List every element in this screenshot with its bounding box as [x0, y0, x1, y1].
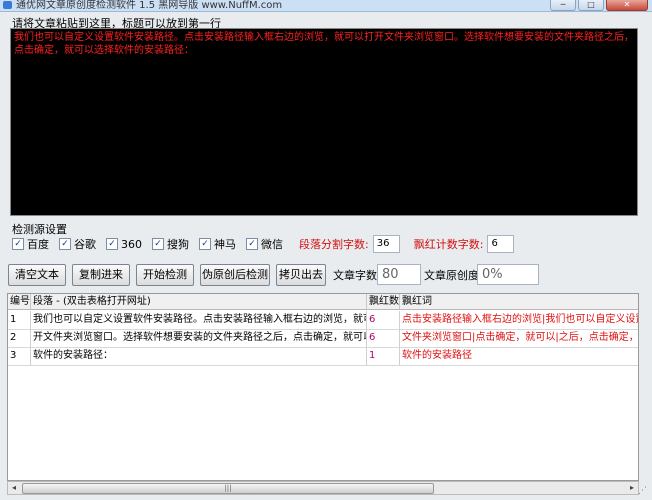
cell-paragraph[interactable]: 我们也可以自定义设置软件安装路径。点击安装路径输入框右边的浏览，就可以打 [31, 311, 367, 329]
start-check-button[interactable]: 开始检测 [136, 264, 194, 286]
title-bar: 通优网文章原创度检测软件 1.5 黑网导版 www.NuffM.com ─ □ … [0, 0, 652, 12]
cell-id: 3 [8, 347, 31, 365]
cell-id: 2 [8, 329, 31, 347]
checkbox-icon[interactable]: ✓ [59, 238, 71, 250]
cell-count: 6 [367, 329, 400, 347]
window-title: 通优网文章原创度检测软件 1.5 黑网导版 www.NuffM.com [16, 0, 283, 11]
cell-id: 1 [8, 311, 31, 329]
source-checkbox-shenma[interactable]: ✓ 神马 [199, 236, 236, 252]
source-checkbox-sogou[interactable]: ✓ 搜狗 [152, 236, 189, 252]
column-header-words[interactable]: 飘红词 [400, 294, 638, 309]
export-button[interactable]: 拷贝出去 [276, 264, 326, 286]
originality-label: 文章原创度: [424, 269, 483, 282]
results-table[interactable]: 编号 段落 - (双击表格打开网址) 飘红数 飘红词 1 我们也可以自定义设置软… [7, 293, 639, 481]
fake-original-check-button[interactable]: 伪原创后检测 [200, 264, 270, 286]
cell-count: 6 [367, 311, 400, 329]
word-count-label: 文章字数: [333, 269, 381, 282]
cell-count: 1 [367, 347, 400, 365]
cell-words[interactable]: 软件的安装路径 [400, 347, 638, 365]
column-header-paragraph[interactable]: 段落 - (双击表格打开网址) [31, 294, 367, 309]
source-checkbox-baidu[interactable]: ✓ 百度 [12, 236, 49, 252]
cell-words[interactable]: 文件夹浏览窗口|点击确定，就可以|之后，点击确定，就 [400, 329, 638, 347]
maximize-button[interactable]: □ [578, 0, 604, 11]
resize-grip-icon[interactable]: ⋰ [638, 486, 650, 498]
red-count-label: 飘红计数字数: [413, 238, 484, 251]
source-checkbox-wechat[interactable]: ✓ 微信 [246, 236, 283, 252]
close-button[interactable]: ✕ [606, 0, 648, 11]
cell-paragraph[interactable]: 软件的安装路径： [31, 347, 367, 365]
segment-length-label: 段落分割字数: [299, 238, 369, 251]
horizontal-scrollbar[interactable]: ◂ ||| ▸ [7, 481, 639, 495]
source-settings: ✓ 百度 ✓ 谷歌 ✓ 360 ✓ 搜狗 ✓ 神马 ✓ 微信 段落分割字数: 36 飘红计数… [12, 235, 522, 253]
cell-words[interactable]: 点击安装路径输入框右边的浏览|我们也可以自定义设置| [400, 311, 638, 329]
table-header: 编号 段落 - (双击表格打开网址) 飘红数 飘红词 [8, 294, 638, 310]
column-header-id[interactable]: 编号 [8, 294, 31, 309]
toolbar: 清空文本 复制进来 开始检测 伪原创后检测 拷贝出去 文章字数: 80 文章原创… [0, 264, 652, 286]
scrollbar-thumb[interactable]: ||| [22, 483, 434, 494]
scroll-right-icon[interactable]: ▸ [626, 482, 638, 494]
table-row[interactable]: 3 软件的安装路径： 1 软件的安装路径 [8, 347, 638, 366]
table-row[interactable]: 2 开文件夹浏览窗口。选择软件想要安装的文件夹路径之后，点击确定，就可以选择 6… [8, 329, 638, 348]
source-checkbox-google[interactable]: ✓ 谷歌 [59, 236, 96, 252]
segment-length-input[interactable]: 36 [372, 235, 400, 253]
red-count-input[interactable]: 6 [487, 235, 515, 253]
checkbox-icon[interactable]: ✓ [199, 238, 211, 250]
source-settings-title: 检测源设置 [12, 223, 67, 236]
clear-text-button[interactable]: 清空文本 [8, 264, 66, 286]
word-count-field: 80 [377, 264, 421, 285]
app-icon [3, 1, 12, 9]
checkbox-icon[interactable]: ✓ [12, 238, 24, 250]
article-text[interactable]: 我们也可以自定义设置软件安装路径。点击安装路径输入框右边的浏览，就可以打开文件夹… [11, 29, 637, 59]
source-checkbox-360[interactable]: ✓ 360 [106, 238, 142, 251]
scroll-left-icon[interactable]: ◂ [8, 482, 20, 494]
minimize-button[interactable]: ─ [550, 0, 576, 11]
copy-in-button[interactable]: 复制进来 [72, 264, 130, 286]
column-header-count[interactable]: 飘红数 [367, 294, 400, 309]
table-row[interactable]: 1 我们也可以自定义设置软件安装路径。点击安装路径输入框右边的浏览，就可以打 6… [8, 311, 638, 330]
article-textarea[interactable]: 我们也可以自定义设置软件安装路径。点击安装路径输入框右边的浏览，就可以打开文件夹… [10, 28, 638, 216]
checkbox-icon[interactable]: ✓ [246, 238, 258, 250]
checkbox-icon[interactable]: ✓ [152, 238, 164, 250]
originality-field: 0% [477, 264, 539, 285]
checkbox-icon[interactable]: ✓ [106, 238, 118, 250]
cell-paragraph[interactable]: 开文件夹浏览窗口。选择软件想要安装的文件夹路径之后，点击确定，就可以选择 [31, 329, 367, 347]
